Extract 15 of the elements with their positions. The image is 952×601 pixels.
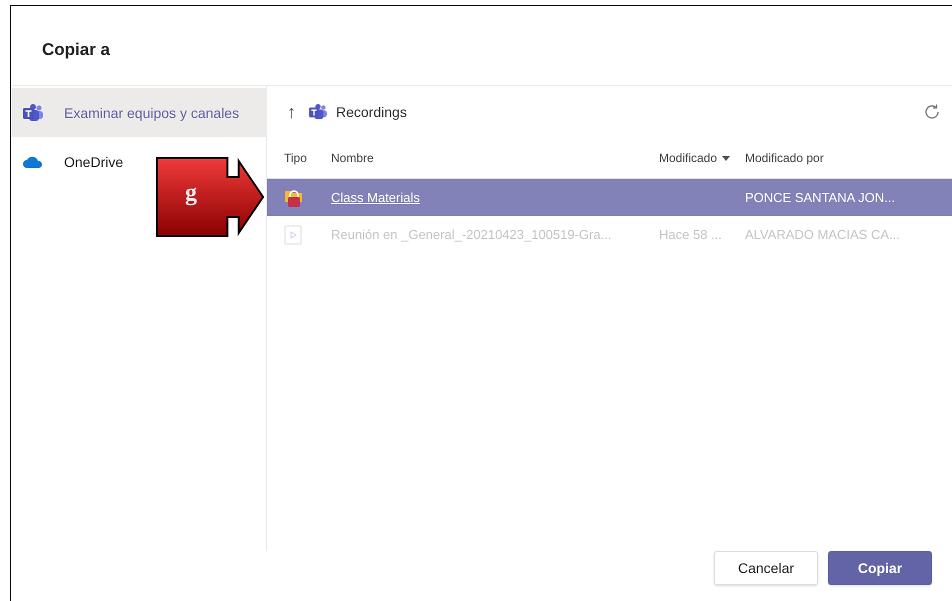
column-header[interactable]: Modificado (659, 151, 730, 165)
column-header[interactable]: Tipo (284, 151, 307, 165)
breadcrumb-location[interactable]: Recordings (336, 104, 407, 120)
copy-button[interactable]: Copiar (828, 551, 932, 585)
column-header[interactable]: Nombre (331, 151, 374, 165)
sidebar-item[interactable]: Examinar equipos y canales (11, 88, 266, 137)
file-row[interactable]: Class Materials PONCE SANTANA JON... (267, 179, 952, 216)
modified-by: ALVARADO MACIAS CA... (745, 227, 900, 242)
dialog-title: Copiar a (11, 6, 952, 86)
modified-date: Hace 58 ... (659, 227, 722, 242)
column-header[interactable]: Modificado por (745, 151, 824, 165)
cancel-button[interactable]: Cancelar (714, 551, 818, 585)
file-name[interactable]: Class Materials (331, 190, 420, 205)
up-button[interactable]: ↑ (287, 102, 296, 122)
modified-by: PONCE SANTANA JON... (745, 190, 896, 205)
